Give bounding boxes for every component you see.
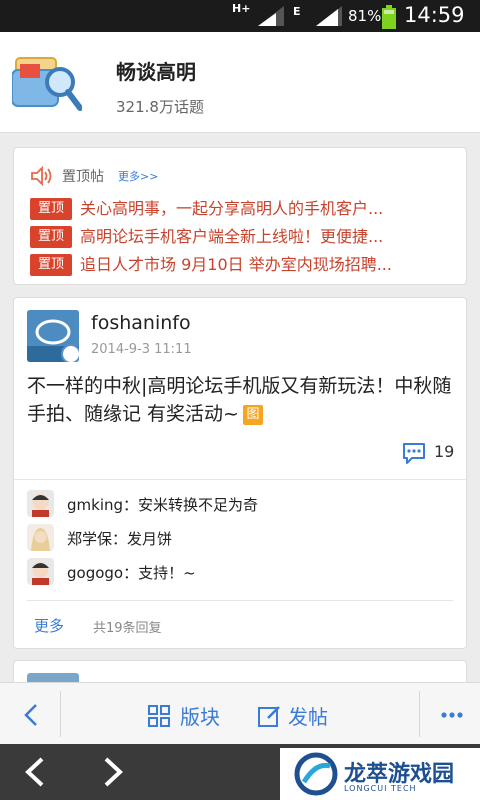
network-type: H+: [232, 2, 251, 15]
user-avatar-icon: [27, 524, 54, 551]
reply-text: 郑学保：发月饼: [67, 530, 173, 548]
pinned-tag: 置顶: [30, 226, 72, 248]
reply-text: gogogo：支持！~: [67, 564, 196, 582]
watermark-emblem-icon: [294, 752, 338, 796]
divider: [14, 479, 466, 480]
reply-item[interactable]: gogogo：支持！~: [27, 558, 447, 586]
topic-count: 321.8万话题: [116, 98, 204, 116]
pinned-item-title: 追日人才市场 9月10日 举办室内现场招聘...: [80, 255, 392, 274]
verified-user-icon: [61, 344, 79, 362]
pinned-more-link[interactable]: 更多>>: [118, 168, 158, 184]
pinned-posts-card: 置顶帖 更多>> 置顶 关心高明事，一起分享高明人的手机客户... 置顶 高明论…: [13, 147, 467, 285]
forum-header: 畅谈高明 321.8万话题: [0, 32, 480, 133]
forum-logo-icon: [12, 57, 82, 111]
battery-percent: 81%: [348, 7, 382, 25]
more-menu-icon[interactable]: [440, 705, 464, 725]
speaker-icon: [31, 166, 52, 186]
pinned-tag: 置顶: [30, 198, 72, 220]
more-replies-link[interactable]: 更多: [34, 615, 64, 636]
forum-title: 畅谈高明: [116, 60, 196, 84]
divider: [27, 600, 453, 601]
signal-icon: [258, 6, 284, 26]
user-avatar-icon: [27, 490, 54, 517]
toolbar-separator: [419, 691, 420, 737]
status-bar: H+ E 81% 14:59: [0, 0, 480, 32]
nav-forward-icon[interactable]: [100, 756, 128, 788]
author-avatar[interactable]: [27, 310, 79, 362]
post-date: 2014-9-3 11:11: [91, 342, 192, 357]
network-type-2: E: [293, 5, 301, 18]
total-replies: 共19条回复: [93, 621, 162, 636]
toolbar-separator: [60, 691, 61, 737]
pinned-label: 置顶帖: [62, 169, 104, 185]
image-tag: 图: [242, 405, 263, 425]
pinned-item[interactable]: 置顶 追日人才市场 9月10日 举办室内现场招聘...: [30, 254, 450, 276]
comment-count: 19: [434, 442, 455, 461]
reply-item[interactable]: 郑学保：发月饼: [27, 524, 447, 552]
grid-icon: [148, 705, 170, 727]
nav-back-icon[interactable]: [22, 756, 50, 788]
post-author[interactable]: foshaninfo: [91, 312, 191, 334]
pinned-item[interactable]: 置顶 高明论坛手机客户端全新上线啦！更便捷...: [30, 226, 450, 248]
compose-label: 发帖: [288, 705, 328, 729]
post-content-text: 不一样的中秋|高明论坛手机版又有新玩法！中秋随手拍、随缘记 有奖活动~: [27, 375, 452, 425]
pinned-item-title: 关心高明事，一起分享高明人的手机客户...: [80, 199, 384, 218]
clock: 14:59: [404, 3, 465, 27]
watermark-logo: 龙萃游戏园 LONGCUI TECH: [280, 748, 480, 800]
watermark-subtext: LONGCUI TECH: [344, 784, 417, 793]
user-avatar-icon: [27, 558, 54, 585]
reply-item[interactable]: gmking：安米转换不足为奇: [27, 490, 447, 518]
post-content[interactable]: 不一样的中秋|高明论坛手机版又有新玩法！中秋随手拍、随缘记 有奖活动~ 图: [27, 372, 457, 428]
comment-icon[interactable]: [402, 442, 426, 464]
back-arrow-icon[interactable]: [20, 701, 44, 729]
battery-icon: [382, 5, 396, 29]
post-card[interactable]: foshaninfo 2014-9-3 11:11 不一样的中秋|高明论坛手机版…: [13, 297, 467, 649]
bottom-toolbar: 版块 发帖: [0, 682, 480, 745]
edit-icon: [258, 706, 280, 727]
board-label: 版块: [180, 705, 220, 729]
pinned-item[interactable]: 置顶 关心高明事，一起分享高明人的手机客户...: [30, 198, 450, 220]
pinned-item-title: 高明论坛手机客户端全新上线啦！更便捷...: [80, 227, 384, 246]
reply-text: gmking：安米转换不足为奇: [67, 496, 259, 514]
pinned-tag: 置顶: [30, 254, 72, 276]
signal-icon-2: [316, 6, 342, 26]
